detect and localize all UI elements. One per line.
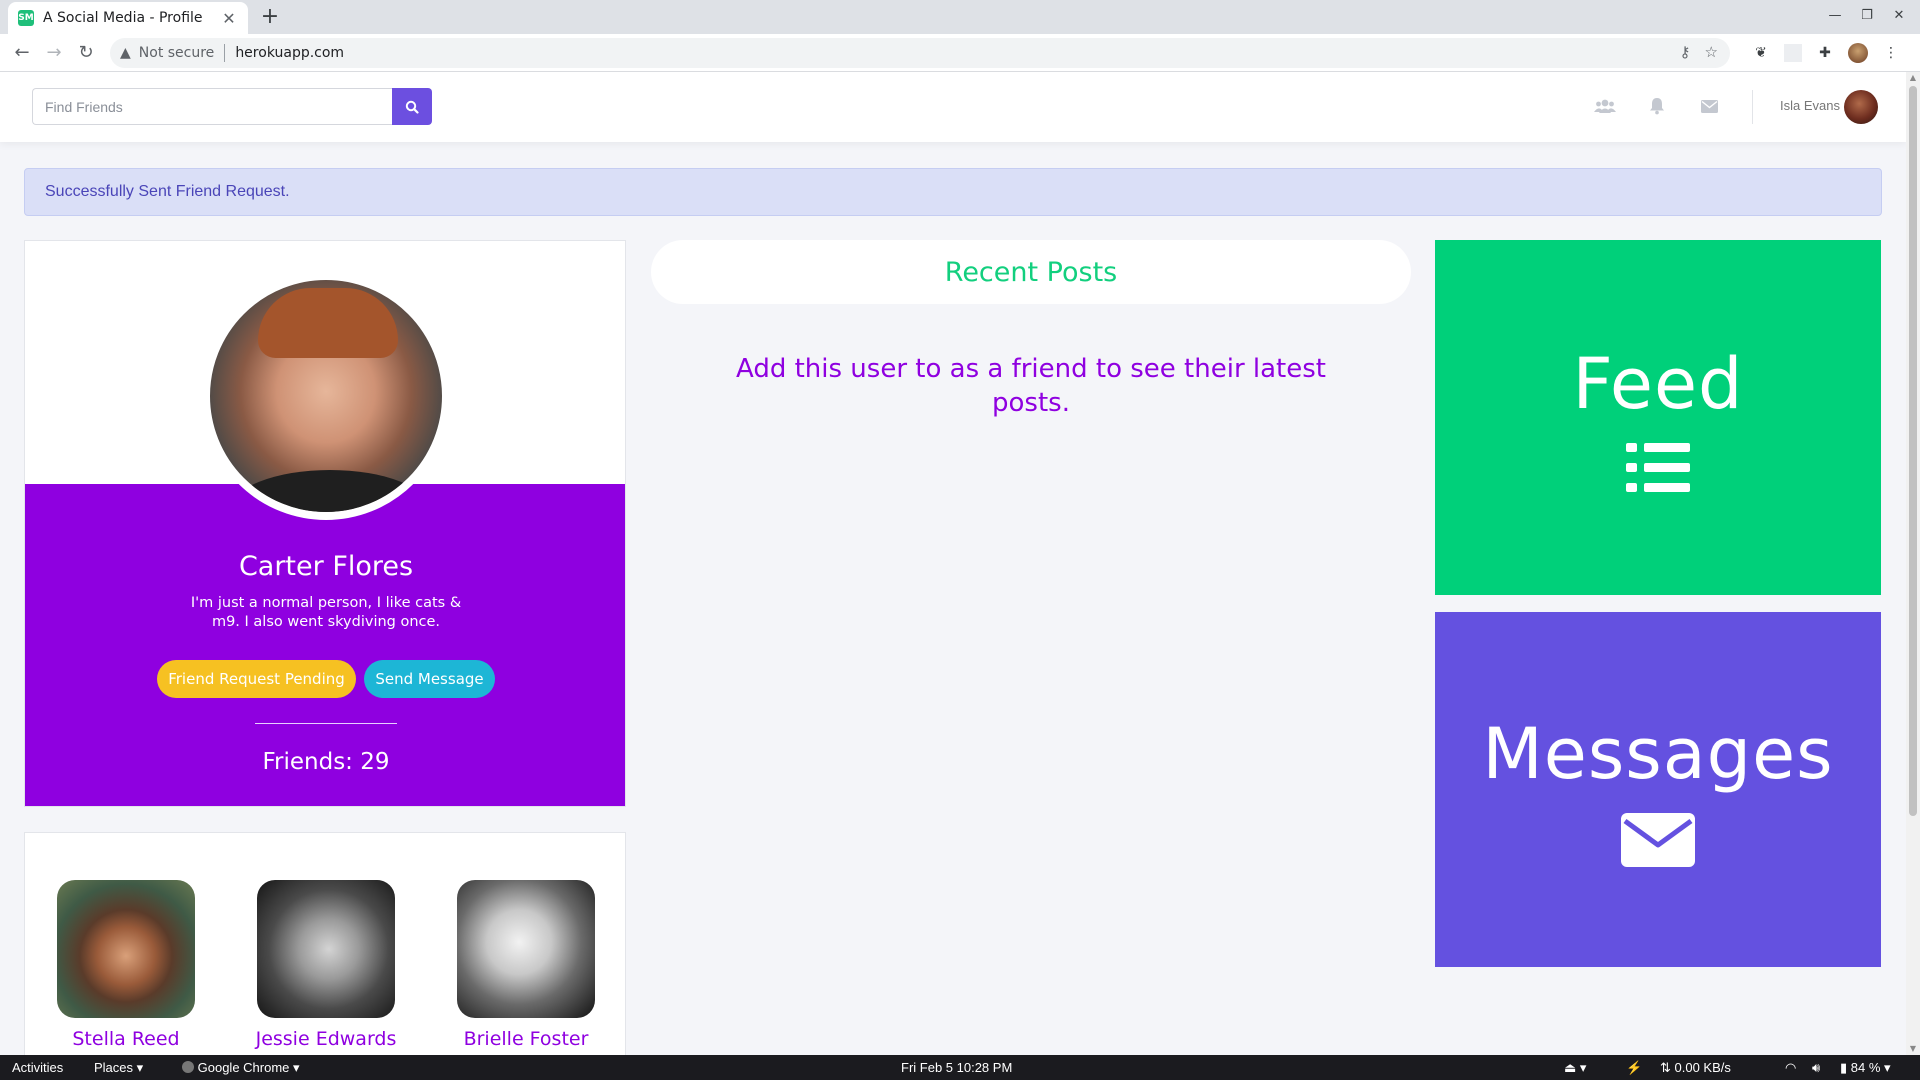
url-text: herokuapp.com — [235, 45, 345, 61]
back-icon[interactable]: ← — [10, 41, 34, 65]
profile-bio: I'm just a normal person, I like cats & … — [190, 595, 462, 630]
envelope-icon[interactable] — [1697, 96, 1721, 116]
close-icon[interactable]: ✕ — [220, 9, 238, 28]
security-label: Not secure — [138, 45, 215, 61]
friend-photo[interactable] — [257, 880, 395, 1018]
search-icon — [405, 100, 419, 114]
network-speed[interactable]: ⇅ 0.00 KB/s — [1660, 1060, 1731, 1076]
reload-icon[interactable]: ↻ — [74, 41, 98, 65]
page-scrollbar[interactable]: ▲ ▼ — [1906, 72, 1920, 1055]
volume-icon[interactable]: 🔊︎ — [1812, 1060, 1820, 1076]
key-icon[interactable]: ⚷ — [1680, 43, 1691, 61]
success-alert: Successfully Sent Friend Request. — [24, 168, 1882, 216]
friends-card: Stella Reed Jessie Edwards Brielle Foste… — [24, 832, 626, 1055]
users-icon[interactable] — [1593, 96, 1617, 116]
friend-item[interactable]: Jessie Edwards — [226, 880, 426, 1050]
posts-empty-message: Add this user to as a friend to see thei… — [735, 354, 1326, 418]
activities-button[interactable]: Activities — [12, 1060, 63, 1075]
scroll-down-icon[interactable]: ▼ — [1906, 1043, 1920, 1055]
messages-tile[interactable]: Messages — [1435, 612, 1881, 967]
feed-tile[interactable]: Feed — [1435, 240, 1881, 595]
chevron-down-icon: ▾ — [136, 1060, 144, 1075]
network-speed-label: 0.00 KB/s — [1674, 1060, 1731, 1075]
scrollbar-thumb[interactable] — [1909, 86, 1917, 816]
friend-item[interactable]: Brielle Foster — [426, 880, 626, 1050]
profile-card: Carter Flores I'm just a normal person, … — [24, 240, 626, 807]
search-button[interactable] — [392, 88, 432, 125]
chevron-down-icon: ▾ — [293, 1060, 300, 1075]
bell-icon[interactable] — [1645, 96, 1669, 116]
browser-tab[interactable]: SM A Social Media - Profile ✕ — [8, 2, 248, 34]
extension-icon[interactable]: ❦ — [1752, 44, 1770, 62]
list-icon — [1626, 442, 1690, 492]
places-menu[interactable]: Places ▾ — [94, 1060, 143, 1076]
friend-photo[interactable] — [57, 880, 195, 1018]
recent-posts-header: Recent Posts — [651, 240, 1411, 304]
friend-request-pending-button[interactable]: Friend Request Pending — [157, 660, 356, 698]
favicon-icon: SM — [18, 10, 34, 26]
places-label: Places — [94, 1060, 134, 1075]
address-bar[interactable]: ▲ Not secure herokuapp.com ⚷ ☆ — [110, 38, 1730, 68]
profile-avatar-icon[interactable] — [1848, 43, 1868, 63]
send-message-button[interactable]: Send Message — [364, 660, 495, 698]
chrome-icon — [182, 1061, 194, 1073]
friend-name[interactable]: Stella Reed — [26, 1028, 226, 1050]
scroll-up-icon[interactable]: ▲ — [1906, 72, 1920, 84]
page-content: Isla Evans Successfully Sent Friend Requ… — [0, 72, 1906, 1055]
navbar-divider — [1752, 90, 1753, 124]
photo-hair — [258, 288, 398, 358]
warning-icon: ▲ — [120, 45, 131, 61]
new-tab-button[interactable]: + — [258, 5, 282, 29]
profile-divider — [255, 723, 397, 724]
friend-item[interactable]: Stella Reed — [26, 880, 226, 1050]
puzzle-icon[interactable]: ✚ — [1816, 44, 1834, 62]
profile-name: Carter Flores — [238, 551, 414, 582]
extension-blank-icon[interactable] — [1784, 44, 1802, 62]
os-taskbar: Activities Places ▾ Google Chrome ▾ Fri … — [0, 1055, 1920, 1080]
envelope-icon — [1621, 812, 1695, 867]
app-menu[interactable]: Google Chrome ▾ — [182, 1060, 300, 1076]
current-user-name[interactable]: Isla Evans — [1780, 98, 1840, 113]
current-user-avatar[interactable] — [1844, 90, 1878, 124]
forward-icon[interactable]: → — [42, 41, 66, 65]
window-close-icon[interactable]: ✕ — [1890, 8, 1908, 23]
wifi-icon[interactable]: ◠ — [1785, 1060, 1796, 1076]
clock[interactable]: Fri Feb 5 10:28 PM — [901, 1060, 1012, 1075]
bookmark-star-icon[interactable]: ☆ — [1705, 43, 1718, 61]
eject-icon[interactable]: ⏏ ▾ — [1564, 1060, 1586, 1076]
battery-indicator[interactable]: ▮ 84 % ▾ — [1840, 1060, 1891, 1076]
app-menu-label: Google Chrome — [197, 1060, 290, 1075]
power-icon[interactable]: ⚡ — [1626, 1060, 1642, 1076]
feed-tile-title: Feed — [1572, 342, 1744, 425]
find-friends-input[interactable] — [32, 88, 392, 125]
browser-tab-strip: SM A Social Media - Profile ✕ + — ❐ ✕ — [0, 0, 1920, 34]
app-navbar: Isla Evans — [0, 72, 1906, 142]
friends-count: Friends: 29 — [262, 749, 390, 775]
minimize-icon[interactable]: — — [1826, 8, 1844, 23]
profile-photo — [202, 272, 450, 520]
friend-photo[interactable] — [457, 880, 595, 1018]
tab-title: A Social Media - Profile — [43, 10, 203, 26]
messages-tile-title: Messages — [1482, 712, 1834, 795]
browser-toolbar: ← → ↻ ▲ Not secure herokuapp.com ⚷ ☆ ❦ ✚… — [0, 34, 1920, 72]
friend-name[interactable]: Brielle Foster — [426, 1028, 626, 1050]
kebab-menu-icon[interactable]: ⋮ — [1882, 44, 1900, 62]
friend-name[interactable]: Jessie Edwards — [226, 1028, 426, 1050]
omnibox-divider — [224, 44, 226, 62]
restore-icon[interactable]: ❐ — [1858, 8, 1876, 23]
battery-label: 84 % — [1850, 1060, 1881, 1075]
